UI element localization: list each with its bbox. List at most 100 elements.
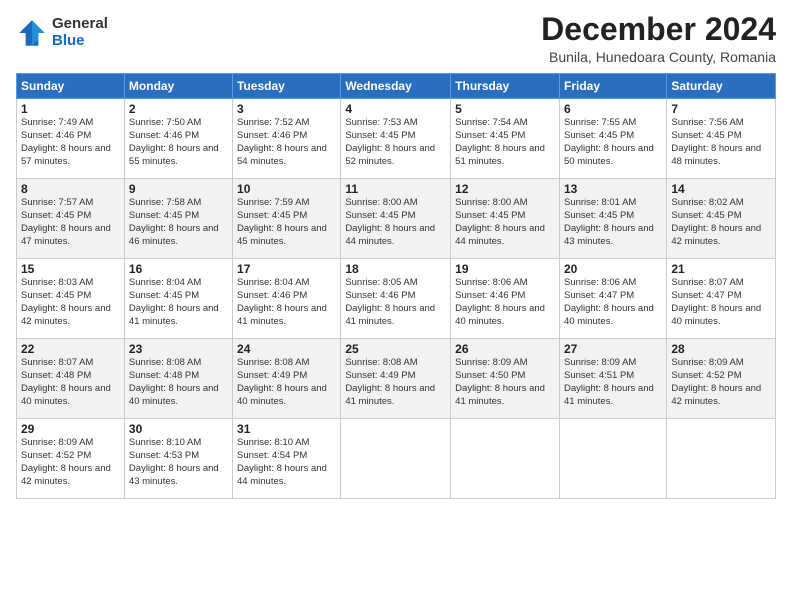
col-tuesday: Tuesday: [233, 74, 341, 99]
month-title: December 2024: [541, 12, 776, 47]
day-number: 5: [455, 102, 555, 116]
cell-week1-day0: 1Sunrise: 7:49 AM Sunset: 4:46 PM Daylig…: [17, 99, 125, 179]
day-number: 26: [455, 342, 555, 356]
day-number: 19: [455, 262, 555, 276]
cell-week5-day6: [667, 419, 776, 499]
day-number: 8: [21, 182, 120, 196]
cell-week2-day6: 14Sunrise: 8:02 AM Sunset: 4:45 PM Dayli…: [667, 179, 776, 259]
day-info: Sunrise: 8:06 AM Sunset: 4:47 PM Dayligh…: [564, 277, 662, 328]
week-row-2: 8Sunrise: 7:57 AM Sunset: 4:45 PM Daylig…: [17, 179, 776, 259]
cell-week5-day0: 29Sunrise: 8:09 AM Sunset: 4:52 PM Dayli…: [17, 419, 125, 499]
header-row: General Blue December 2024 Bunila, Huned…: [16, 12, 776, 65]
day-info: Sunrise: 8:09 AM Sunset: 4:52 PM Dayligh…: [21, 437, 120, 488]
cell-week4-day6: 28Sunrise: 8:09 AM Sunset: 4:52 PM Dayli…: [667, 339, 776, 419]
day-info: Sunrise: 8:07 AM Sunset: 4:48 PM Dayligh…: [21, 357, 120, 408]
cell-week1-day2: 3Sunrise: 7:52 AM Sunset: 4:46 PM Daylig…: [233, 99, 341, 179]
day-info: Sunrise: 8:09 AM Sunset: 4:50 PM Dayligh…: [455, 357, 555, 408]
day-number: 10: [237, 182, 336, 196]
day-info: Sunrise: 8:10 AM Sunset: 4:54 PM Dayligh…: [237, 437, 336, 488]
week-row-1: 1Sunrise: 7:49 AM Sunset: 4:46 PM Daylig…: [17, 99, 776, 179]
day-number: 29: [21, 422, 120, 436]
day-info: Sunrise: 7:56 AM Sunset: 4:45 PM Dayligh…: [671, 117, 771, 168]
day-info: Sunrise: 8:08 AM Sunset: 4:49 PM Dayligh…: [237, 357, 336, 408]
day-number: 22: [21, 342, 120, 356]
day-number: 4: [345, 102, 446, 116]
week-row-5: 29Sunrise: 8:09 AM Sunset: 4:52 PM Dayli…: [17, 419, 776, 499]
col-sunday: Sunday: [17, 74, 125, 99]
day-number: 7: [671, 102, 771, 116]
day-info: Sunrise: 8:03 AM Sunset: 4:45 PM Dayligh…: [21, 277, 120, 328]
cell-week1-day4: 5Sunrise: 7:54 AM Sunset: 4:45 PM Daylig…: [451, 99, 560, 179]
cell-week2-day2: 10Sunrise: 7:59 AM Sunset: 4:45 PM Dayli…: [233, 179, 341, 259]
week-row-4: 22Sunrise: 8:07 AM Sunset: 4:48 PM Dayli…: [17, 339, 776, 419]
cell-week5-day1: 30Sunrise: 8:10 AM Sunset: 4:53 PM Dayli…: [124, 419, 232, 499]
day-number: 12: [455, 182, 555, 196]
title-block: December 2024 Bunila, Hunedoara County, …: [541, 12, 776, 65]
day-info: Sunrise: 7:59 AM Sunset: 4:45 PM Dayligh…: [237, 197, 336, 248]
day-number: 20: [564, 262, 662, 276]
cell-week2-day5: 13Sunrise: 8:01 AM Sunset: 4:45 PM Dayli…: [559, 179, 666, 259]
col-thursday: Thursday: [451, 74, 560, 99]
day-info: Sunrise: 7:53 AM Sunset: 4:45 PM Dayligh…: [345, 117, 446, 168]
cell-week3-day3: 18Sunrise: 8:05 AM Sunset: 4:46 PM Dayli…: [341, 259, 451, 339]
col-monday: Monday: [124, 74, 232, 99]
cell-week2-day1: 9Sunrise: 7:58 AM Sunset: 4:45 PM Daylig…: [124, 179, 232, 259]
header-row-days: Sunday Monday Tuesday Wednesday Thursday…: [17, 74, 776, 99]
cell-week4-day5: 27Sunrise: 8:09 AM Sunset: 4:51 PM Dayli…: [559, 339, 666, 419]
day-number: 21: [671, 262, 771, 276]
day-info: Sunrise: 7:49 AM Sunset: 4:46 PM Dayligh…: [21, 117, 120, 168]
cell-week1-day3: 4Sunrise: 7:53 AM Sunset: 4:45 PM Daylig…: [341, 99, 451, 179]
cell-week4-day4: 26Sunrise: 8:09 AM Sunset: 4:50 PM Dayli…: [451, 339, 560, 419]
day-info: Sunrise: 7:58 AM Sunset: 4:45 PM Dayligh…: [129, 197, 228, 248]
day-number: 23: [129, 342, 228, 356]
day-number: 16: [129, 262, 228, 276]
cell-week5-day5: [559, 419, 666, 499]
day-info: Sunrise: 7:50 AM Sunset: 4:46 PM Dayligh…: [129, 117, 228, 168]
day-info: Sunrise: 8:09 AM Sunset: 4:52 PM Dayligh…: [671, 357, 771, 408]
day-info: Sunrise: 7:52 AM Sunset: 4:46 PM Dayligh…: [237, 117, 336, 168]
day-number: 18: [345, 262, 446, 276]
cell-week3-day0: 15Sunrise: 8:03 AM Sunset: 4:45 PM Dayli…: [17, 259, 125, 339]
col-saturday: Saturday: [667, 74, 776, 99]
cell-week1-day5: 6Sunrise: 7:55 AM Sunset: 4:45 PM Daylig…: [559, 99, 666, 179]
cell-week5-day2: 31Sunrise: 8:10 AM Sunset: 4:54 PM Dayli…: [233, 419, 341, 499]
cell-week2-day4: 12Sunrise: 8:00 AM Sunset: 4:45 PM Dayli…: [451, 179, 560, 259]
day-info: Sunrise: 7:57 AM Sunset: 4:45 PM Dayligh…: [21, 197, 120, 248]
cell-week2-day3: 11Sunrise: 8:00 AM Sunset: 4:45 PM Dayli…: [341, 179, 451, 259]
day-number: 6: [564, 102, 662, 116]
day-info: Sunrise: 8:08 AM Sunset: 4:48 PM Dayligh…: [129, 357, 228, 408]
cell-week2-day0: 8Sunrise: 7:57 AM Sunset: 4:45 PM Daylig…: [17, 179, 125, 259]
day-number: 28: [671, 342, 771, 356]
day-info: Sunrise: 8:01 AM Sunset: 4:45 PM Dayligh…: [564, 197, 662, 248]
cell-week5-day3: [341, 419, 451, 499]
day-number: 13: [564, 182, 662, 196]
day-info: Sunrise: 8:04 AM Sunset: 4:45 PM Dayligh…: [129, 277, 228, 328]
col-wednesday: Wednesday: [341, 74, 451, 99]
logo-general-text: General: [52, 16, 108, 33]
day-info: Sunrise: 8:02 AM Sunset: 4:45 PM Dayligh…: [671, 197, 771, 248]
cell-week4-day0: 22Sunrise: 8:07 AM Sunset: 4:48 PM Dayli…: [17, 339, 125, 419]
day-number: 27: [564, 342, 662, 356]
cell-week3-day6: 21Sunrise: 8:07 AM Sunset: 4:47 PM Dayli…: [667, 259, 776, 339]
day-info: Sunrise: 8:05 AM Sunset: 4:46 PM Dayligh…: [345, 277, 446, 328]
day-number: 15: [21, 262, 120, 276]
day-info: Sunrise: 8:04 AM Sunset: 4:46 PM Dayligh…: [237, 277, 336, 328]
logo-text: General Blue: [52, 16, 108, 49]
day-number: 14: [671, 182, 771, 196]
day-info: Sunrise: 8:07 AM Sunset: 4:47 PM Dayligh…: [671, 277, 771, 328]
col-friday: Friday: [559, 74, 666, 99]
location-subtitle: Bunila, Hunedoara County, Romania: [541, 49, 776, 65]
main-container: General Blue December 2024 Bunila, Huned…: [0, 0, 792, 507]
day-info: Sunrise: 7:55 AM Sunset: 4:45 PM Dayligh…: [564, 117, 662, 168]
day-number: 25: [345, 342, 446, 356]
day-number: 11: [345, 182, 446, 196]
calendar-table: Sunday Monday Tuesday Wednesday Thursday…: [16, 73, 776, 499]
day-info: Sunrise: 8:08 AM Sunset: 4:49 PM Dayligh…: [345, 357, 446, 408]
logo: General Blue: [16, 16, 108, 49]
day-info: Sunrise: 8:00 AM Sunset: 4:45 PM Dayligh…: [455, 197, 555, 248]
cell-week5-day4: [451, 419, 560, 499]
cell-week4-day1: 23Sunrise: 8:08 AM Sunset: 4:48 PM Dayli…: [124, 339, 232, 419]
day-number: 2: [129, 102, 228, 116]
logo-icon: [16, 17, 48, 49]
day-info: Sunrise: 8:00 AM Sunset: 4:45 PM Dayligh…: [345, 197, 446, 248]
